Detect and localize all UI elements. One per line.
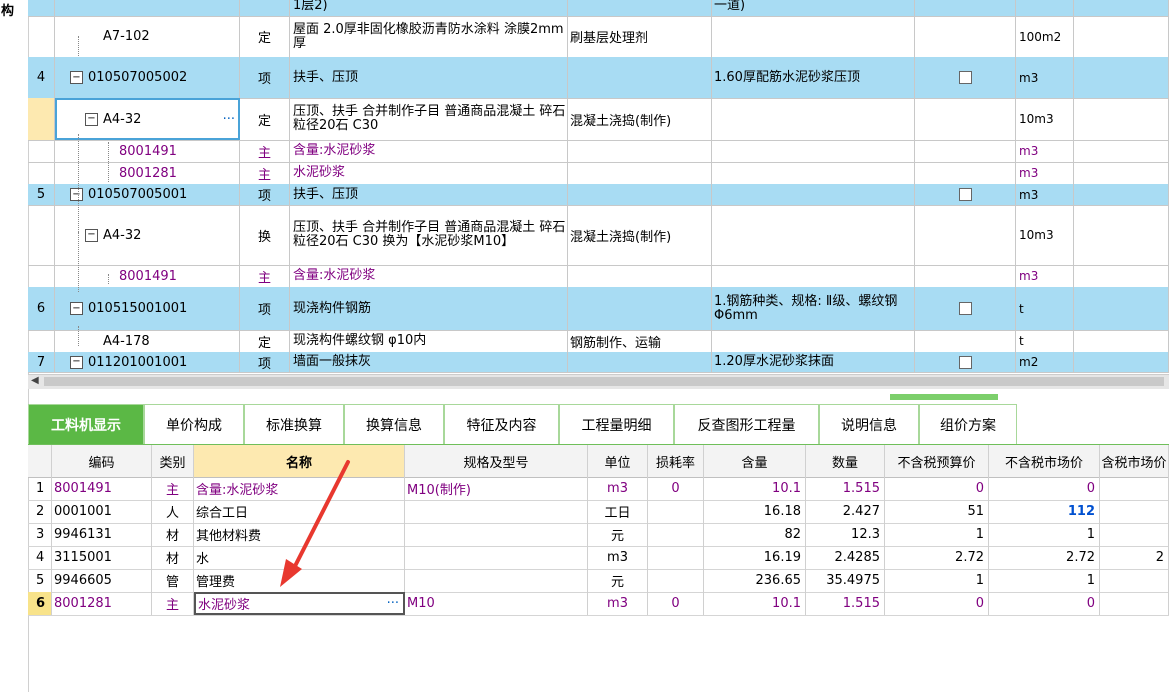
annotation-arrow-icon [280, 460, 350, 587]
